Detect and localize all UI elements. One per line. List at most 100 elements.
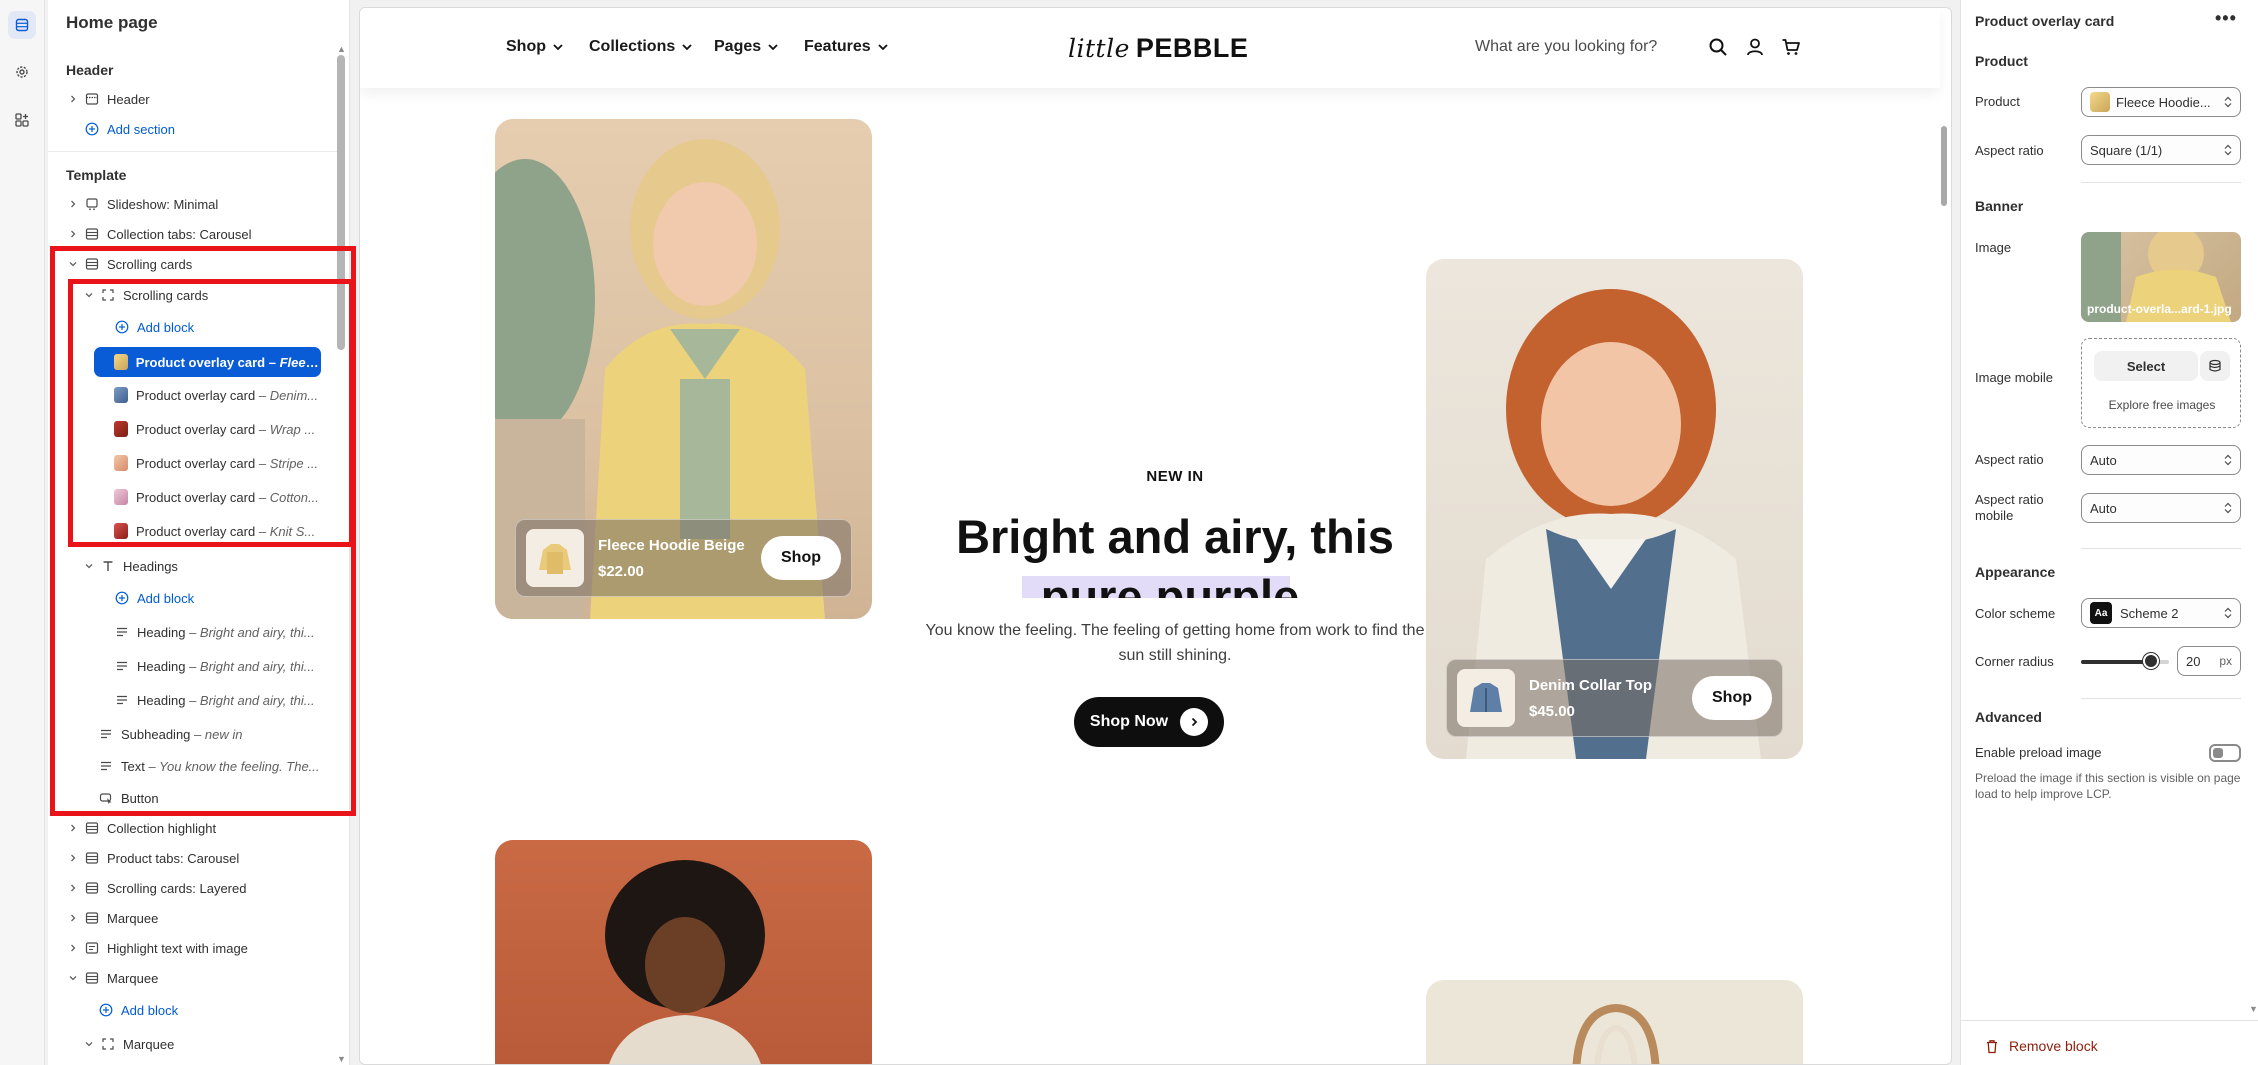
section-slideshow[interactable]: Slideshow: Minimal (66, 189, 336, 219)
chevron-right-icon[interactable] (66, 227, 80, 241)
section-marquee-2[interactable]: Marquee (66, 963, 336, 993)
sidebar-item-sub: – Bright and airy, thi... (189, 692, 315, 708)
block-product-overlay-card-6[interactable]: Product overlay card – Knit S... (114, 516, 321, 546)
add-block-label: Add block (121, 1002, 179, 1018)
section-header[interactable]: Header (66, 84, 336, 114)
select-image-button[interactable]: Select (2094, 351, 2198, 381)
sidebar-item-label: Slideshow: Minimal (107, 196, 219, 212)
block-scrolling-cards[interactable]: Scrolling cards (82, 280, 336, 310)
scroll-up-arrow[interactable]: ▲ (337, 44, 346, 54)
product-overlay-card-1[interactable]: Fleece Hoodie Beige $22.00 Shop (515, 519, 852, 597)
preload-label: Enable preload image (1975, 745, 2102, 760)
more-actions-icon[interactable]: ••• (2215, 8, 2237, 29)
nav-features[interactable]: Features (804, 38, 888, 56)
add-section-button[interactable]: Add section (84, 114, 334, 144)
block-marquee[interactable]: Marquee (82, 1029, 336, 1059)
preview-scrollbar[interactable] (1941, 126, 1947, 206)
section-marquee[interactable]: Marquee (66, 903, 336, 933)
sidebar-item-label: Header (107, 91, 150, 107)
store-logo[interactable]: little PEBBLE (1068, 33, 1248, 64)
section-collection-highlight[interactable]: Collection highlight (66, 813, 336, 843)
card-shop-button[interactable]: Shop (761, 536, 841, 580)
sidebar-item-sub: – Bright and airy, thi... (189, 658, 315, 674)
appearance-section-heading: Appearance (1975, 564, 2056, 580)
add-block-button[interactable]: Add block (114, 583, 334, 613)
block-product-overlay-card-5[interactable]: Product overlay card – Cotton... (114, 482, 321, 512)
chevron-right-icon[interactable] (66, 881, 80, 895)
chevron-right-icon[interactable] (66, 911, 80, 925)
text-section-icon (84, 940, 100, 956)
section-scrolling-cards-layered[interactable]: Scrolling cards: Layered (66, 873, 336, 903)
header-section-icon (84, 91, 100, 107)
block-heading-2[interactable]: Heading – Bright and airy, thi... (114, 651, 321, 681)
remove-block-button[interactable]: Remove block (1985, 1038, 2098, 1054)
account-icon[interactable] (1743, 35, 1767, 59)
chevron-right-icon[interactable] (66, 92, 80, 106)
apps-icon[interactable] (8, 106, 36, 134)
cart-icon[interactable] (1779, 35, 1803, 59)
section-icon (84, 820, 100, 836)
block-text[interactable]: Text – You know the feeling. The... (98, 751, 321, 781)
section-collection-tabs[interactable]: Collection tabs: Carousel (66, 219, 336, 249)
image-picker[interactable]: product-overla...ard-1.jpg (2081, 232, 2241, 322)
select-arrows-icon (2224, 502, 2232, 514)
block-heading-1[interactable]: Heading – Bright and airy, thi... (114, 617, 321, 647)
slider-handle[interactable] (2143, 653, 2160, 669)
chevron-right-icon[interactable] (66, 821, 80, 835)
block-heading-3[interactable]: Heading – Bright and airy, thi... (114, 685, 321, 715)
block-headings[interactable]: Headings (82, 551, 336, 581)
chevron-down-icon[interactable] (82, 559, 96, 573)
add-block-button[interactable]: Add block (114, 312, 334, 342)
image-mobile-label: Image mobile (1975, 370, 2054, 385)
scroll-down-arrow[interactable]: ▼ (2249, 1004, 2258, 1014)
search-icon[interactable] (1706, 35, 1730, 59)
chevron-down-icon[interactable] (66, 971, 80, 985)
search-input[interactable]: What are you looking for? (1475, 38, 1657, 56)
product-picker[interactable]: Fleece Hoodie... (2081, 87, 2241, 117)
add-block-button[interactable]: Add block (98, 995, 334, 1025)
sidebar-item-label: Product overlay card (136, 489, 256, 505)
settings-gear-icon[interactable] (8, 58, 36, 86)
chevron-down-icon[interactable] (82, 288, 96, 302)
explore-free-images-link[interactable]: Explore free images (2082, 398, 2242, 412)
card-shop-button[interactable]: Shop (1692, 676, 1772, 720)
chevron-down-icon[interactable] (82, 1037, 96, 1051)
aspect-ratio-select[interactable]: Square (1/1) (2081, 135, 2241, 165)
color-scheme-select[interactable]: Aa Scheme 2 (2081, 598, 2241, 628)
chevron-right-icon[interactable] (66, 941, 80, 955)
nav-shop[interactable]: Shop (506, 38, 563, 56)
sidebar-item-label: Product overlay card (135, 354, 266, 370)
block-button[interactable]: Button (98, 783, 321, 813)
remove-block-label: Remove block (2009, 1038, 2098, 1054)
product-label: Product (1975, 94, 2020, 109)
chevron-right-icon[interactable] (66, 851, 80, 865)
scroll-down-arrow[interactable]: ▼ (337, 1054, 346, 1064)
block-product-overlay-card-1[interactable]: Product overlay card – Fleec... (94, 347, 321, 377)
block-subheading[interactable]: Subheading – new in (98, 719, 321, 749)
aspect-ratio-2-select[interactable]: Auto (2081, 445, 2241, 475)
block-product-overlay-card-4[interactable]: Product overlay card – Stripe ... (114, 448, 321, 478)
block-product-overlay-card-3[interactable]: Product overlay card – Wrap ... (114, 414, 321, 444)
block-product-overlay-card-2[interactable]: Product overlay card – Denim... (114, 380, 321, 410)
sidebar-scrollbar[interactable] (337, 55, 345, 350)
shop-now-button[interactable]: Shop Now (1074, 697, 1224, 747)
aspect-ratio-mobile-value: Auto (2090, 500, 2117, 516)
corner-radius-input[interactable]: 20 px (2177, 646, 2241, 676)
preload-toggle[interactable] (2209, 744, 2241, 762)
sections-icon[interactable] (8, 11, 36, 39)
page-title: Home page (66, 13, 158, 32)
section-scrolling-cards[interactable]: Scrolling cards (66, 249, 336, 279)
product-overlay-card-2[interactable]: Denim Collar Top $45.00 Shop (1446, 659, 1783, 737)
nav-collections[interactable]: Collections (589, 38, 692, 56)
database-icon[interactable] (2200, 351, 2230, 381)
aspect-ratio-mobile-select[interactable]: Auto (2081, 493, 2241, 523)
chevron-down-icon (768, 43, 778, 50)
select-arrows-icon (2224, 144, 2232, 156)
nav-pages[interactable]: Pages (714, 38, 778, 56)
corner-radius-slider[interactable] (2081, 653, 2169, 669)
card-product-price: $45.00 (1529, 702, 1575, 720)
section-highlight-text[interactable]: Highlight text with image (66, 933, 336, 963)
chevron-right-icon[interactable] (66, 197, 80, 211)
section-product-tabs[interactable]: Product tabs: Carousel (66, 843, 336, 873)
chevron-down-icon[interactable] (66, 257, 80, 271)
